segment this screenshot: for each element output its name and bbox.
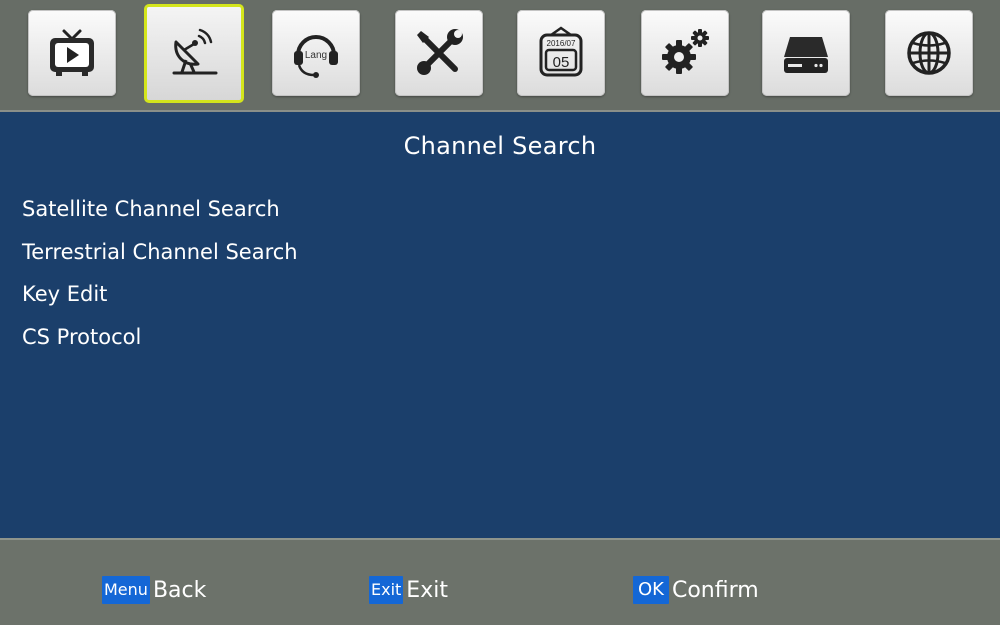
calendar-day: 05 [553, 54, 570, 71]
hint-confirm-label: Confirm [671, 577, 759, 603]
tile-calendar[interactable]: 2016/07 05 [517, 10, 605, 96]
menu-item-satellite-channel-search[interactable]: Satellite Channel Search [22, 194, 298, 237]
menu-key-badge: Menu [102, 576, 150, 604]
ok-key-badge: OK [633, 576, 669, 604]
hard-drive-icon [784, 37, 828, 73]
tile-storage[interactable] [762, 10, 850, 96]
globe-icon [907, 31, 951, 75]
language-headset-icon: Lang [294, 35, 338, 78]
channel-search-menu: Satellite Channel Search Terrestrial Cha… [22, 194, 298, 364]
hint-back[interactable]: Menu Back [102, 576, 206, 604]
stb-menu-screen: Lang 2016/07 05 Channel Search Satellite… [0, 0, 1000, 625]
satellite-dish-icon [172, 28, 218, 74]
tile-network[interactable] [885, 10, 973, 96]
hint-exit-label: Exit [406, 577, 448, 603]
hint-exit[interactable]: Exit Exit [369, 576, 448, 604]
calendar-month: 2016/07 [547, 39, 576, 48]
tile-tv[interactable] [28, 10, 116, 96]
hint-back-label: Back [152, 577, 207, 603]
hint-confirm[interactable]: OK Confirm [633, 576, 759, 604]
tile-tools[interactable] [395, 10, 483, 96]
top-icon-bar: Lang 2016/07 05 [0, 0, 1000, 112]
exit-key-badge: Exit [369, 576, 404, 604]
calendar-icon: 2016/07 05 [539, 26, 583, 77]
gears-icon [662, 29, 709, 74]
tile-settings[interactable] [641, 10, 729, 96]
tools-icon [417, 29, 463, 75]
tile-language[interactable]: Lang [272, 10, 360, 96]
tv-icon [50, 29, 94, 76]
menu-item-terrestrial-channel-search[interactable]: Terrestrial Channel Search [22, 237, 298, 280]
lang-label: Lang [305, 50, 327, 61]
bottom-hint-bar: Menu Back Exit Exit OK Confirm [0, 540, 1000, 625]
tile-channel-search[interactable] [144, 4, 244, 103]
menu-item-cs-protocol[interactable]: CS Protocol [22, 322, 298, 365]
menu-item-key-edit[interactable]: Key Edit [22, 279, 298, 322]
panel-title: Channel Search [403, 132, 597, 160]
channel-search-panel: Channel Search Satellite Channel Search … [0, 112, 1000, 540]
